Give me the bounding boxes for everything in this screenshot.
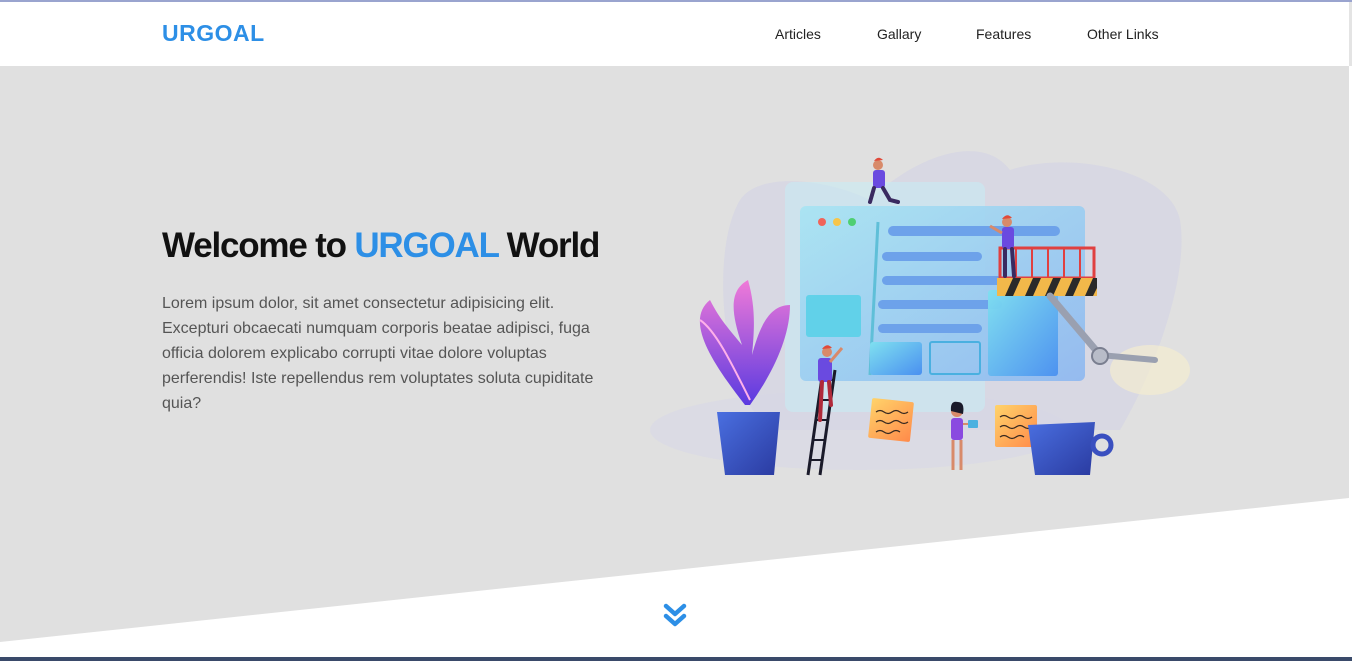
double-chevron-down-icon xyxy=(663,603,687,627)
bottom-edge-strip xyxy=(0,657,1352,661)
nav-link-articles[interactable]: Articles xyxy=(775,26,821,42)
hero-description: Lorem ipsum dolor, sit amet consectetur … xyxy=(162,295,594,412)
hero-title-prefix: Welcome to xyxy=(162,226,355,265)
scroll-down-button[interactable] xyxy=(662,602,688,630)
nav-links: Articles Gallary Features Other Links xyxy=(0,26,1349,46)
hero-title-accent: URGOAL xyxy=(354,226,499,265)
navbar: URGOAL Articles Gallary Features Other L… xyxy=(0,2,1349,66)
nav-link-features[interactable]: Features xyxy=(976,26,1031,42)
nav-link-gallary[interactable]: Gallary xyxy=(877,26,921,42)
hero-title-suffix: World xyxy=(498,226,601,265)
landing-page: URGOAL Articles Gallary Features Other L… xyxy=(0,0,1352,661)
website-building-illustration xyxy=(650,151,1190,476)
hero-title: Welcome to URGOAL World xyxy=(162,226,601,266)
nav-link-other-links[interactable]: Other Links xyxy=(1087,26,1159,42)
